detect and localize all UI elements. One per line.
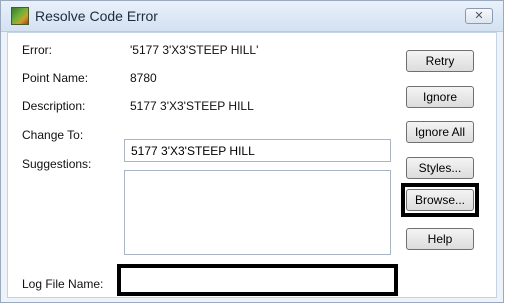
help-button[interactable]: Help	[406, 228, 474, 250]
dialog-body: Error: '5177 3'X3'STEEP HILL' Point Name…	[7, 32, 497, 298]
retry-button[interactable]: Retry	[406, 50, 474, 72]
resolve-code-error-dialog: Resolve Code Error ✕ Error: '5177 3'X3'S…	[0, 0, 504, 303]
log-file-label: Log File Name:	[22, 277, 104, 291]
close-button[interactable]: ✕	[465, 8, 493, 24]
description-label: Description:	[22, 99, 86, 113]
change-to-label: Change To:	[22, 128, 84, 142]
window-title: Resolve Code Error	[35, 8, 158, 24]
app-icon	[11, 7, 29, 25]
title-bar: Resolve Code Error ✕	[1, 1, 503, 32]
styles-button[interactable]: Styles...	[406, 157, 474, 179]
suggestions-label: Suggestions:	[22, 157, 92, 171]
change-to-input[interactable]	[124, 139, 391, 162]
ignore-all-button[interactable]: Ignore All	[406, 121, 474, 143]
point-name-label: Point Name:	[22, 71, 89, 85]
error-value: '5177 3'X3'STEEP HILL'	[130, 43, 259, 57]
description-value: 5177 3'X3'STEEP HILL	[130, 99, 254, 113]
ignore-button[interactable]: Ignore	[406, 86, 474, 108]
close-icon: ✕	[474, 10, 484, 22]
error-label: Error:	[22, 43, 52, 57]
point-name-value: 8780	[130, 71, 157, 85]
browse-button[interactable]: Browse...	[406, 189, 474, 211]
suggestions-list[interactable]	[124, 170, 391, 255]
log-file-name-input[interactable]	[117, 264, 398, 296]
